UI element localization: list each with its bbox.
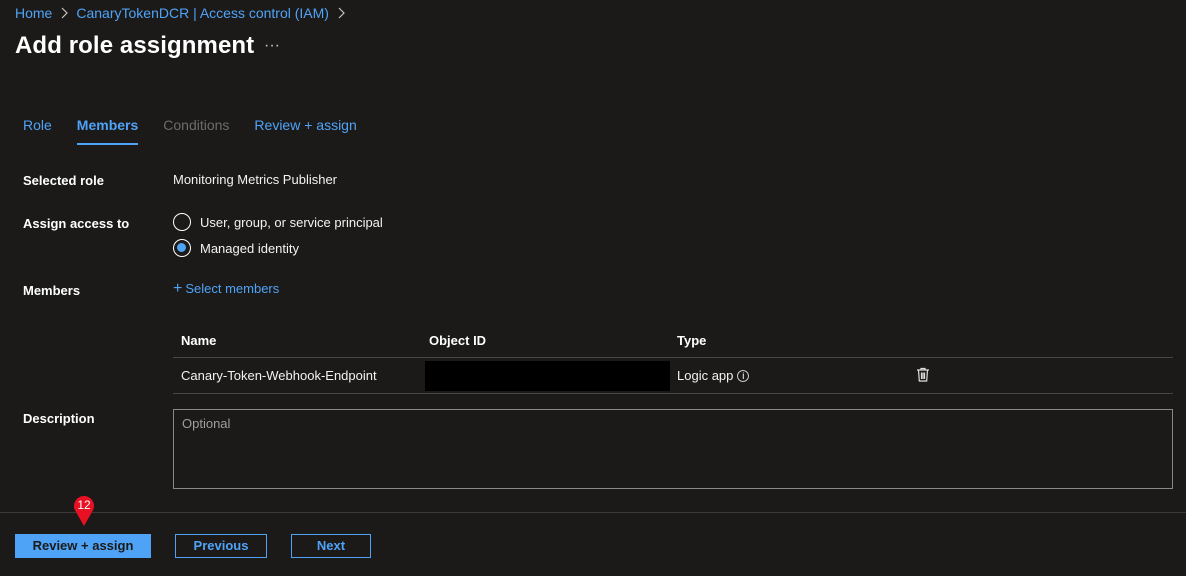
radio-label: User, group, or service principal [200,214,383,230]
wizard-tabs: Role Members Conditions Review + assign [23,117,382,145]
members-table: Name Object ID Type Canary-Token-Webhook… [173,324,1173,394]
tab-review-assign[interactable]: Review + assign [254,117,356,143]
radio-managed-identity[interactable]: Managed identity [173,239,299,257]
assign-access-label: Assign access to [23,216,130,231]
column-header-object-id: Object ID [429,333,487,348]
tab-conditions: Conditions [163,117,230,133]
select-members-label: Select members [185,281,280,296]
info-icon[interactable]: i [737,369,750,382]
chevron-right-icon [60,7,69,19]
column-header-type: Type [677,333,707,348]
tab-role[interactable]: Role [23,117,52,143]
radio-button-checked[interactable] [173,239,191,257]
table-row: Canary-Token-Webhook-Endpoint Logic app … [173,358,1173,394]
previous-button[interactable]: Previous [175,534,267,558]
selected-role-value: Monitoring Metrics Publisher [173,172,338,187]
step-number: 12 [77,498,91,512]
chevron-right-icon [337,7,345,19]
radio-label: Managed identity [200,240,300,256]
redacted-object-id [425,360,670,391]
selected-role-label: Selected role [23,173,104,188]
add-role-assignment-page: Home CanaryTokenDCR | Access control (IA… [0,0,1186,576]
step-marker: 12 [73,493,95,527]
member-type-cell: Logic app i [669,368,919,383]
table-header: Name Object ID Type [173,324,1173,358]
column-header-name: Name [181,333,217,348]
member-actions [916,367,1173,385]
tab-members[interactable]: Members [76,117,139,145]
members-label: Members [23,283,81,298]
breadcrumb: Home CanaryTokenDCR | Access control (IA… [15,5,353,21]
footer-bar: Review + assign Previous Next [0,512,1186,576]
member-object-id [421,360,670,391]
review-assign-button[interactable]: Review + assign [15,534,151,558]
next-button[interactable]: Next [291,534,371,558]
member-type: Logic app [677,368,734,383]
breadcrumb-home[interactable]: Home [15,5,52,21]
member-name: Canary-Token-Webhook-Endpoint [181,368,377,383]
page-title: Add role assignment [15,32,255,59]
description-label: Description [23,411,95,426]
breadcrumb-access-control[interactable]: CanaryTokenDCR | Access control (IAM) [76,5,329,21]
trash-icon[interactable] [916,367,930,385]
description-field[interactable] [173,409,1173,489]
radio-button[interactable] [173,213,191,231]
select-members-link[interactable]: + Select members [173,280,280,297]
radio-user-group-sp[interactable]: User, group, or service principal [173,213,383,231]
plus-icon: + [173,280,183,297]
more-options-button[interactable]: ··· [262,36,282,56]
